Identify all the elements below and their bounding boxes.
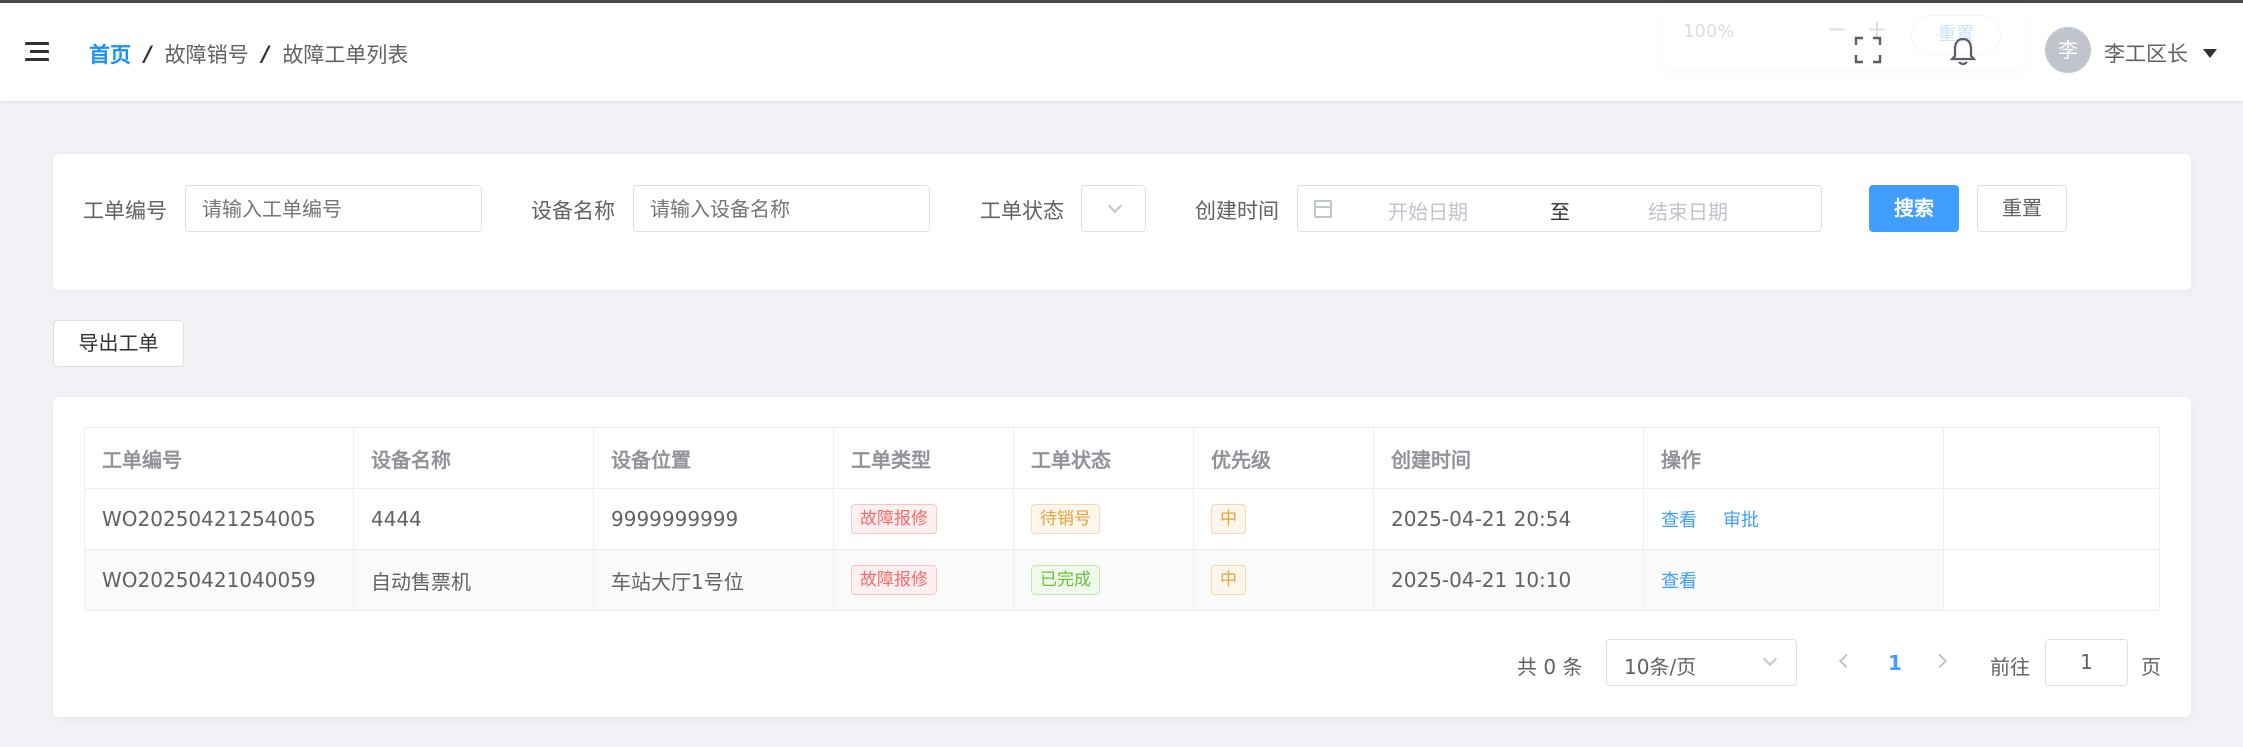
created-cell: 2025-04-21 20:54: [1374, 489, 1644, 549]
view-link[interactable]: 查看: [1661, 567, 1697, 593]
device-name-input[interactable]: [633, 185, 930, 232]
order-no-input[interactable]: [185, 185, 482, 232]
caret-down-icon[interactable]: [2203, 49, 2217, 58]
end-date-placeholder[interactable]: 结束日期: [1648, 196, 1728, 225]
page-suffix-label: 页: [2141, 655, 2161, 679]
table-row[interactable]: WO20250421254005 4444 9999999999 故障报修 待销…: [85, 488, 2159, 549]
pagination-total: 共 0 条: [1517, 655, 1583, 679]
type-tag: 故障报修: [851, 565, 937, 595]
type-cell: 故障报修: [834, 489, 1014, 549]
status-cell: 已完成: [1014, 550, 1194, 610]
status-badge: 待销号: [1031, 504, 1100, 534]
avatar[interactable]: 李: [2045, 27, 2091, 73]
search-button[interactable]: 搜索: [1869, 185, 1959, 232]
status-badge: 已完成: [1031, 565, 1100, 595]
start-date-placeholder[interactable]: 开始日期: [1388, 196, 1468, 225]
column-header: 优先级: [1194, 428, 1374, 488]
breadcrumb-order-list: 故障工单列表: [282, 43, 409, 67]
bell-icon[interactable]: [1950, 36, 1976, 66]
created-time-label: 创建时间: [1195, 199, 1279, 223]
page-size-value: 10条/页: [1624, 655, 1697, 679]
breadcrumb-separator: /: [144, 42, 152, 66]
order-no-label: 工单编号: [83, 199, 167, 223]
breadcrumb: 首页 / 故障销号 / 故障工单列表: [89, 39, 408, 69]
table-filler: [1944, 428, 2159, 488]
location-cell: 车站大厅1号位: [594, 550, 834, 610]
current-page-number[interactable]: 1: [1888, 651, 1902, 675]
status-cell: 待销号: [1014, 489, 1194, 549]
range-separator: 至: [1550, 200, 1570, 224]
order-no-cell: WO20250421254005: [85, 489, 354, 549]
created-cell: 2025-04-21 10:10: [1374, 550, 1644, 610]
view-link[interactable]: 查看: [1661, 506, 1697, 532]
date-range-picker[interactable]: 开始日期 至 结束日期: [1297, 185, 1822, 232]
breadcrumb-separator: /: [261, 42, 270, 66]
order-table: 工单编号 设备名称 设备位置 工单类型 工单状态 优先级 创建时间 操作 WO2…: [84, 427, 2160, 611]
table-filler: [1944, 489, 2159, 549]
username[interactable]: 李工区长: [2104, 38, 2188, 68]
approve-link[interactable]: 审批: [1723, 506, 1759, 532]
table-row[interactable]: WO20250421040059 自动售票机 车站大厅1号位 故障报修 已完成 …: [85, 549, 2159, 610]
column-header: 创建时间: [1374, 428, 1644, 488]
breadcrumb-fault-cancel: 故障销号: [164, 43, 249, 67]
order-status-select[interactable]: [1081, 185, 1146, 232]
priority-badge: 中: [1211, 565, 1246, 595]
table-filler: [1944, 550, 2159, 610]
type-tag: 故障报修: [851, 504, 937, 534]
breadcrumb-home[interactable]: 首页: [89, 39, 131, 69]
table-header-row: 工单编号 设备名称 设备位置 工单类型 工单状态 优先级 创建时间 操作: [85, 428, 2159, 488]
calendar-icon: [1314, 200, 1332, 218]
device-cell: 4444: [354, 489, 594, 549]
zoom-out-button[interactable]: −: [1827, 15, 1847, 43]
order-status-label: 工单状态: [980, 199, 1064, 223]
goto-label: 前往: [1990, 655, 2030, 679]
type-cell: 故障报修: [834, 550, 1014, 610]
export-orders-button[interactable]: 导出工单: [53, 320, 184, 367]
chevron-down-icon: [1762, 651, 1778, 667]
priority-badge: 中: [1211, 504, 1246, 534]
device-name-label: 设备名称: [531, 199, 615, 223]
reset-button[interactable]: 重置: [1977, 185, 2067, 232]
priority-cell: 中: [1194, 550, 1374, 610]
chevron-down-icon: [1107, 198, 1123, 214]
column-header: 设备名称: [354, 428, 594, 488]
column-header: 工单类型: [834, 428, 1014, 488]
actions-cell: 查看 审批: [1644, 489, 1944, 549]
location-cell: 9999999999: [594, 489, 834, 549]
column-header: 工单编号: [85, 428, 354, 488]
order-no-cell: WO20250421040059: [85, 550, 354, 610]
device-cell: 自动售票机: [354, 550, 594, 610]
actions-cell: 查看: [1644, 550, 1944, 610]
priority-cell: 中: [1194, 489, 1374, 549]
goto-page-input[interactable]: 1: [2045, 639, 2128, 686]
column-header: 操作: [1644, 428, 1944, 488]
column-header: 工单状态: [1014, 428, 1194, 488]
fullscreen-icon[interactable]: [1854, 36, 1882, 64]
hamburger-menu-icon[interactable]: [24, 42, 49, 62]
column-header: 设备位置: [594, 428, 834, 488]
page-size-select[interactable]: 10条/页: [1606, 639, 1797, 686]
zoom-level: 100%: [1683, 21, 1735, 42]
